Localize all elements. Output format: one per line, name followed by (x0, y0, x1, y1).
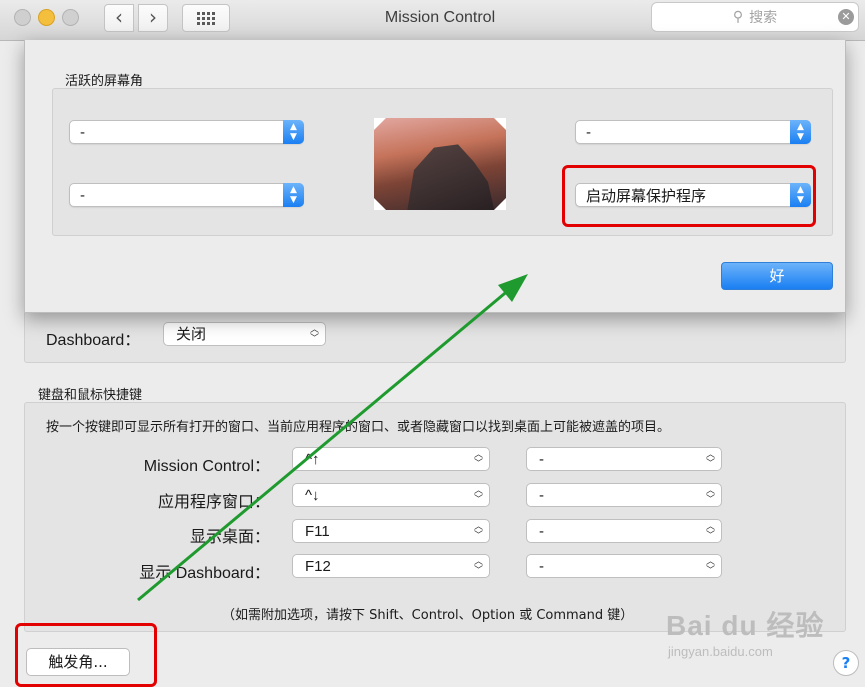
app-windows-mouse-popup[interactable]: - ︿ ﹀ (526, 483, 722, 507)
mission-control-key-popup[interactable]: ^↑ ︿ ﹀ (292, 447, 490, 471)
app-windows-key-popup[interactable]: ^↓ ︿ ﹀ (292, 483, 490, 507)
dashboard-panel (24, 312, 846, 363)
popup-value: ^↑ (305, 451, 320, 468)
popup-value: - (80, 125, 86, 141)
corner-marker-icon (374, 198, 386, 210)
updown-chevron-icon: ▲ ▼ (790, 120, 811, 144)
popup-value: - (539, 558, 544, 575)
row-label-mission-control: Mission Control： (143, 458, 270, 475)
annotation-highlight-box (15, 623, 157, 687)
watermark-brand: Bai du 经验 (666, 610, 825, 641)
row-label-show-desktop: 显示桌面： (189, 529, 270, 546)
popup-value: F11 (305, 523, 330, 540)
updown-chevron-icon: ︿ ﹀ (705, 485, 715, 504)
shortcuts-title: 键盘和鼠标快捷键 (38, 388, 143, 403)
popup-value: ^↓ (305, 487, 320, 504)
title-bar: ‹ › Mission Control ⚲ 搜索 ✕ (0, 0, 865, 41)
popup-value: - (586, 125, 592, 141)
dashboard-popup[interactable]: 关闭 ︿ ﹀ (163, 322, 326, 346)
mission-control-mouse-popup[interactable]: - ︿ ﹀ (526, 447, 722, 471)
mountain-shape (406, 144, 496, 210)
show-desktop-key-popup[interactable]: F11 ︿ ﹀ (292, 519, 490, 543)
updown-chevron-icon: ︿ ﹀ (705, 449, 715, 468)
hot-corners-label: 活跃的屏幕角 (65, 74, 144, 89)
baidu-watermark: Bai du 经验 jingyan.baidu.com (660, 598, 860, 668)
row-label-show-dashboard: 显示 Dashboard： (139, 565, 270, 582)
clear-search-icon[interactable]: ✕ (838, 9, 854, 25)
watermark-url: jingyan.baidu.com (668, 644, 773, 659)
top-right-corner-popup[interactable]: - ▲ ▼ (575, 120, 811, 144)
search-field[interactable]: ⚲ 搜索 ✕ (651, 2, 859, 32)
top-left-corner-popup[interactable]: - ▲ ▼ (69, 120, 304, 144)
dashboard-value: 关闭 (176, 326, 207, 343)
shortcuts-description: 按一个按键即可显示所有打开的窗口、当前应用程序的窗口、或者隐藏窗口以找到桌面上可… (46, 420, 671, 435)
desktop-preview-image (374, 118, 506, 210)
updown-chevron-icon: ︿ ﹀ (473, 449, 483, 468)
dashboard-label: Dashboard： (46, 332, 141, 349)
ok-button[interactable]: 好 (721, 262, 833, 290)
search-icon: ⚲ (732, 9, 744, 25)
popup-value: - (539, 523, 544, 540)
annotation-highlight-box (562, 165, 816, 227)
updown-chevron-icon: ▲ ▼ (283, 183, 304, 207)
updown-chevron-icon: ︿ ﹀ (473, 556, 483, 575)
updown-chevron-icon: ︿ ﹀ (473, 521, 483, 540)
updown-chevron-icon: ︿ ﹀ (705, 556, 715, 575)
search-placeholder: 搜索 (749, 10, 778, 26)
hot-corners-sheet: 活跃的屏幕角 - ▲ ▼ - ▲ ▼ - ▲ ▼ 启动屏幕保护程序 ▲ ▼ 好 (24, 40, 846, 313)
popup-value: F12 (305, 558, 331, 575)
corner-marker-icon (494, 118, 506, 130)
show-dashboard-mouse-popup[interactable]: - ︿ ﹀ (526, 554, 722, 578)
corner-marker-icon (374, 118, 386, 130)
popup-value: - (539, 487, 544, 504)
bottom-left-corner-popup[interactable]: - ▲ ▼ (69, 183, 304, 207)
updown-chevron-icon: ︿ ﹀ (705, 521, 715, 540)
show-desktop-mouse-popup[interactable]: - ︿ ﹀ (526, 519, 722, 543)
updown-chevron-icon: ︿ ﹀ (309, 324, 319, 343)
popup-value: - (539, 451, 544, 468)
modifier-hint: （如需附加选项，请按下 Shift、Control、Option 或 Comma… (222, 608, 634, 623)
show-dashboard-key-popup[interactable]: F12 ︿ ﹀ (292, 554, 490, 578)
row-label-app-windows: 应用程序窗口： (157, 494, 270, 511)
updown-chevron-icon: ︿ ﹀ (473, 485, 483, 504)
popup-value: - (80, 188, 86, 204)
corner-marker-icon (494, 198, 506, 210)
updown-chevron-icon: ▲ ▼ (283, 120, 304, 144)
